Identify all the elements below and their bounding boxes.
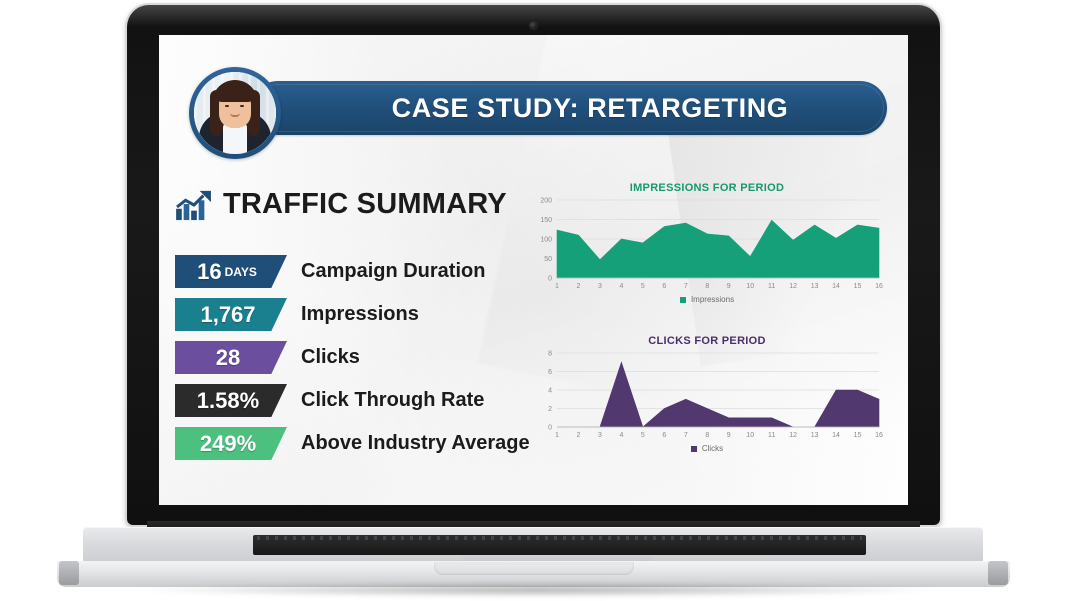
svg-text:3: 3 [598,432,602,439]
avatar [189,67,281,159]
stat-label: Impressions [301,303,419,325]
svg-text:13: 13 [811,432,819,439]
svg-text:10: 10 [746,432,754,439]
slide-header: CASE STUDY: RETARGETING [175,67,891,159]
svg-text:11: 11 [768,432,775,439]
traffic-summary-heading: TRAFFIC SUMMARY [175,188,507,221]
svg-text:16: 16 [875,283,883,290]
svg-text:1: 1 [555,283,559,290]
svg-text:9: 9 [727,283,731,290]
svg-text:7: 7 [684,283,688,290]
stat-row: 1,767 Impressions [175,296,555,333]
svg-text:7: 7 [684,432,688,439]
stat-value: 28 [215,344,241,370]
stat-label: Campaign Duration [301,260,486,282]
clicks-chart-legend: Clicks [527,444,887,453]
svg-text:8: 8 [548,351,552,358]
page-title: CASE STUDY: RETARGETING [391,92,789,123]
stat-chip-click-through-rate: 1.58% [175,384,287,417]
legend-label-impressions: Impressions [690,295,735,304]
svg-text:12: 12 [789,432,797,439]
impressions-chart-title: IMPRESSIONS FOR PERIOD [629,182,785,194]
svg-text:100: 100 [540,237,552,244]
svg-text:0: 0 [548,276,552,283]
svg-text:8: 8 [705,432,709,439]
stat-row: 249% Above Industry Average [175,425,555,462]
stat-value: 1,767 [200,301,256,327]
svg-text:1: 1 [555,432,559,439]
legend-swatch-clicks [690,445,697,452]
svg-text:6: 6 [662,283,666,290]
clicks-chart-plot: 024681 2 3 4 5 6 7 8 9 10 11 12 13 14 15 16 [548,351,883,439]
stat-chip-above-industry-average: 249% [175,427,287,460]
clicks-chart: CLICKS FOR PERIOD 0 2 4 6 8 1 2 3 4 5 6 7 8 9 10 11 12 13… [527,335,887,470]
legend-label-clicks: Clicks [701,444,724,453]
svg-text:2: 2 [548,406,552,413]
stat-chip-clicks: 28 [175,341,287,374]
clicks-chart-title: CLICKS FOR PERIOD [648,335,766,347]
laptop-shadow [137,583,937,597]
stat-value: 16 [197,258,222,284]
svg-text:15: 15 [854,283,862,290]
svg-text:16: 16 [875,432,883,439]
webcam-icon [530,22,537,29]
title-banner: CASE STUDY: RETARGETING [251,81,887,135]
stat-chip-impressions: 1,767 [175,298,287,331]
stat-row: 1.58% Click Through Rate [175,382,555,419]
svg-text:4: 4 [548,388,552,395]
laptop-deck [83,527,983,567]
stat-unit: DAYS [224,264,257,279]
laptop-front-notch [433,562,634,575]
svg-text:14: 14 [832,432,840,439]
screenshot-root: CASE STUDY: RETARGETING TRAFFIC SUMMARY … [0,0,1067,601]
impressions-chart-plot: 0501001502001 2 3 4 5 6 7 8 9 10 11 12 13 14 15 16 [540,198,883,290]
impressions-chart-legend: Impressions [527,295,887,304]
svg-text:3: 3 [598,283,602,290]
svg-text:150: 150 [540,217,552,224]
svg-text:6: 6 [548,369,552,376]
svg-text:11: 11 [768,283,775,290]
presentation-slide: CASE STUDY: RETARGETING TRAFFIC SUMMARY … [159,35,908,505]
stat-chip-campaign-duration: 16 DAYS [175,255,287,288]
stat-label: Above Industry Average [301,432,530,454]
laptop-screen: CASE STUDY: RETARGETING TRAFFIC SUMMARY … [159,35,908,505]
impressions-chart: IMPRESSIONS FOR PERIOD 0 50 100 150 200 1 2 3 4 5… [527,182,887,322]
svg-text:4: 4 [619,432,623,439]
svg-text:5: 5 [641,283,645,290]
svg-text:9: 9 [727,432,731,439]
svg-text:4: 4 [619,283,623,290]
laptop-foot-right [988,561,1008,585]
stat-row: 16 DAYS Campaign Duration [175,253,555,290]
laptop-keyboard [253,535,866,555]
stats-list: 16 DAYS Campaign Duration 1,767 Impressi… [175,253,555,468]
keyboard-keys [257,536,862,540]
laptop-base [57,521,1010,597]
svg-text:15: 15 [854,432,862,439]
svg-text:5: 5 [641,432,645,439]
bar-chart-growth-icon [175,189,213,221]
stat-value: 249% [199,430,257,456]
svg-text:50: 50 [544,256,552,263]
svg-text:200: 200 [540,198,552,205]
svg-text:6: 6 [662,432,666,439]
svg-text:13: 13 [811,283,819,290]
svg-text:10: 10 [746,283,754,290]
stat-value: 1.58% [196,387,260,413]
laptop-lid: CASE STUDY: RETARGETING TRAFFIC SUMMARY … [127,5,940,525]
svg-text:2: 2 [577,432,581,439]
svg-text:12: 12 [789,283,797,290]
laptop-foot-left [59,561,79,585]
avatar-photo [194,72,276,154]
svg-text:8: 8 [705,283,709,290]
stat-label: Click Through Rate [301,389,485,411]
stat-label: Clicks [301,346,360,368]
legend-swatch-impressions [679,296,686,303]
svg-text:0: 0 [548,425,552,432]
svg-text:14: 14 [832,283,840,290]
svg-text:2: 2 [577,283,581,290]
stat-row: 28 Clicks [175,339,555,376]
traffic-summary-title: TRAFFIC SUMMARY [223,188,507,220]
